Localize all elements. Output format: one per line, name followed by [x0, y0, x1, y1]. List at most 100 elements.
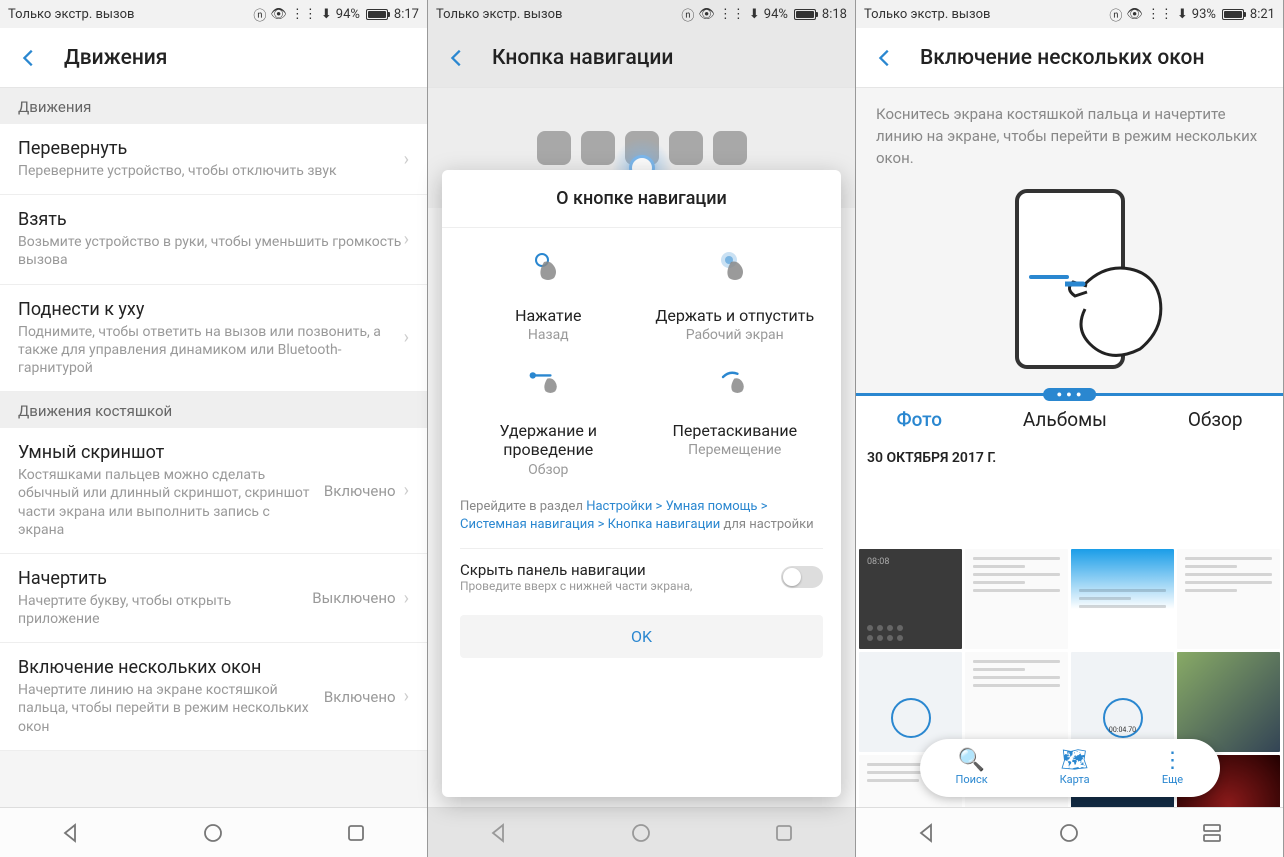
- nav-button-modal: О кнопке навигации Нажатие Назад Держать…: [442, 170, 841, 797]
- eye-icon: 👁: [270, 7, 287, 22]
- status-value: Включено: [324, 688, 396, 706]
- carrier-label: Только экстр. вызов: [864, 7, 990, 22]
- gesture-tap: Нажатие Назад: [460, 250, 637, 343]
- carrier-label: Только экстр. вызов: [436, 7, 562, 22]
- hide-nav-switch[interactable]: [781, 566, 823, 588]
- eye-icon: 👁: [1126, 7, 1143, 22]
- battery-pct: 94%: [764, 7, 788, 22]
- battery-icon: [1222, 9, 1244, 20]
- modal-title: О кнопке навигации: [442, 170, 841, 228]
- wifi-icon: ⋮⋮: [719, 7, 745, 22]
- status-value: Выключено: [312, 589, 395, 607]
- nfc-icon: ⓝ: [253, 5, 266, 24]
- gallery-tabs: Фото Альбомы Обзор: [856, 396, 1283, 443]
- gallery-thumb[interactable]: [1177, 652, 1280, 752]
- carrier-label: Только экстр. вызов: [8, 7, 134, 22]
- knuckle-draw-illustration: [856, 179, 1283, 389]
- nav-back-icon[interactable]: [913, 819, 941, 847]
- item-pickup[interactable]: Взять Возьмите устройство в руки, чтобы …: [0, 195, 427, 284]
- nav-home-icon[interactable]: [1055, 819, 1083, 847]
- gallery-thumb[interactable]: [1071, 549, 1174, 649]
- nav-recent-icon[interactable]: [342, 819, 370, 847]
- page-title: Включение нескольких окон: [920, 46, 1204, 70]
- nav-home-icon[interactable]: [627, 819, 655, 847]
- chevron-right-icon: ›: [404, 686, 409, 707]
- title-bar: Кнопка навигации: [428, 28, 855, 88]
- nav-recent-icon[interactable]: [770, 819, 798, 847]
- eye-icon: 👁: [698, 7, 715, 22]
- nav-split-icon[interactable]: [1198, 819, 1226, 847]
- gallery-grid[interactable]: 30 ОКТЯБРЯ 2017 Г. 08:08 00:04.70 🔍 Поис…: [856, 443, 1283, 807]
- screen-motions: Только экстр. вызов ⓝ 👁 ⋮⋮ ⬇ 94% 8:17 Дв…: [0, 0, 428, 857]
- status-bar: Только экстр. вызов ⓝ 👁 ⋮⋮ ⬇ 93% 8:21: [856, 0, 1283, 28]
- back-icon[interactable]: [16, 45, 42, 71]
- status-value: Включено: [324, 482, 396, 500]
- system-nav-bar: [0, 807, 427, 857]
- gesture-hold-release: Держать и отпустить Рабочий экран: [647, 250, 824, 343]
- tab-photos[interactable]: Фото: [896, 408, 942, 431]
- screen-nav-button: Только экстр. вызов ⓝ 👁 ⋮⋮ ⬇ 94% 8:18 Кн…: [428, 0, 856, 857]
- status-bar: Только экстр. вызов ⓝ 👁 ⋮⋮ ⬇ 94% 8:17: [0, 0, 427, 28]
- clock: 8:17: [394, 7, 419, 22]
- status-bar: Только экстр. вызов ⓝ 👁 ⋮⋮ ⬇ 94% 8:18: [428, 0, 855, 28]
- page-title: Кнопка навигации: [492, 46, 673, 70]
- battery-pct: 93%: [1192, 7, 1216, 22]
- screen-multi-window: Только экстр. вызов ⓝ 👁 ⋮⋮ ⬇ 93% 8:21 Вк…: [856, 0, 1284, 857]
- tab-review[interactable]: Обзор: [1188, 408, 1243, 431]
- nfc-icon: ⓝ: [1109, 5, 1122, 24]
- clock: 8:18: [822, 7, 847, 22]
- divider-handle-icon[interactable]: ● ● ●: [1043, 388, 1097, 401]
- hide-nav-toggle-row: Скрыть панель навигации Проведите вверх …: [460, 548, 823, 605]
- title-bar: Включение нескольких окон: [856, 28, 1283, 88]
- more-icon: ⋮: [1162, 750, 1184, 772]
- toolbar-map[interactable]: 🗺 Карта: [1060, 750, 1090, 786]
- battery-pct: 94%: [336, 7, 360, 22]
- back-icon[interactable]: [872, 45, 898, 71]
- gallery-thumb[interactable]: [859, 652, 962, 752]
- item-flip[interactable]: Перевернуть Переверните устройство, чтоб…: [0, 124, 427, 195]
- gesture-drag: Перетаскивание Перемещение: [647, 365, 824, 477]
- system-nav-bar: [428, 807, 855, 857]
- section-header-motions: Движения: [0, 88, 427, 124]
- nav-home-icon[interactable]: [199, 819, 227, 847]
- gallery-thumb[interactable]: [965, 549, 1068, 649]
- chevron-right-icon: ›: [404, 588, 409, 609]
- back-icon[interactable]: [444, 45, 470, 71]
- wifi-icon: ⋮⋮: [1147, 7, 1173, 22]
- chevron-right-icon: ›: [404, 480, 409, 501]
- map-icon: 🗺: [1060, 750, 1090, 772]
- date-header: 30 ОКТЯБРЯ 2017 Г.: [859, 446, 1280, 546]
- battery-icon: [366, 9, 388, 20]
- gallery-thumb[interactable]: [1177, 549, 1280, 649]
- modal-note: Перейдите в раздел Настройки > Умная пом…: [442, 492, 841, 548]
- system-nav-bar: [856, 807, 1283, 857]
- item-draw-letter[interactable]: Начертить Начертите букву, чтобы открыть…: [0, 554, 427, 643]
- nav-back-icon[interactable]: [485, 819, 513, 847]
- gallery-thumb[interactable]: 08:08: [859, 549, 962, 649]
- toolbar-search[interactable]: 🔍 Поиск: [955, 750, 987, 786]
- gesture-hold-swipe: Удержание и проведение Обзор: [460, 365, 637, 477]
- tab-albums[interactable]: Альбомы: [1023, 408, 1107, 431]
- chevron-right-icon: ›: [404, 149, 409, 170]
- item-multi-window[interactable]: Включение нескольких окон Начертите лини…: [0, 643, 427, 751]
- data-saver-icon: ⬇: [749, 7, 760, 22]
- title-bar: Движения: [0, 28, 427, 88]
- toolbar-more[interactable]: ⋮ Еще: [1162, 750, 1184, 786]
- item-raise-to-ear[interactable]: Поднести к уху Поднимите, чтобы ответить…: [0, 285, 427, 393]
- gallery-thumb[interactable]: [965, 652, 1068, 752]
- page-title: Движения: [64, 46, 167, 70]
- multi-window-description: Коснитесь экрана костяшкой пальца и наче…: [856, 88, 1283, 179]
- item-smart-screenshot[interactable]: Умный скриншот Костяшками пальцев можно …: [0, 428, 427, 554]
- data-saver-icon: ⬇: [321, 7, 332, 22]
- ok-button[interactable]: OK: [460, 615, 823, 658]
- data-saver-icon: ⬇: [1177, 7, 1188, 22]
- chevron-right-icon: ›: [404, 229, 409, 250]
- nfc-icon: ⓝ: [681, 5, 694, 24]
- gallery-toolbar: 🔍 Поиск 🗺 Карта ⋮ Еще: [920, 739, 1220, 797]
- nav-back-icon[interactable]: [57, 819, 85, 847]
- battery-icon: [794, 9, 816, 20]
- search-icon: 🔍: [955, 750, 987, 772]
- section-header-knuckle: Движения костяшкой: [0, 392, 427, 428]
- clock: 8:21: [1250, 7, 1275, 22]
- gallery-thumb[interactable]: 00:04.70: [1071, 652, 1174, 752]
